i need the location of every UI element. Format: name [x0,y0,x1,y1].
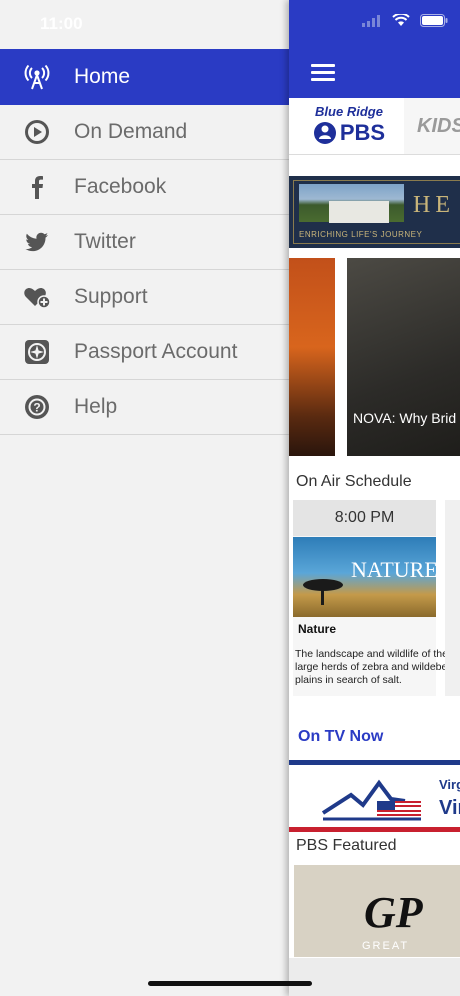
broadcast-tower-icon [0,64,74,90]
vtv-line-2: Vir [439,797,460,819]
menu-label-twitter: Twitter [74,230,136,253]
app-content-panel[interactable]: Blue Ridge PBS KIDS HE ENRICHING LIFE'S … [289,0,460,996]
featured-card-caption: GREAT [362,940,410,952]
heart-plus-icon [0,284,74,310]
show-title: Nature [298,622,337,636]
on-tv-now-link[interactable]: On TV Now [298,728,383,746]
menu-item-home[interactable]: Home [0,49,289,105]
show-thumbnail-logo: NATURE [351,557,438,582]
schedule-card[interactable]: 8:00 PM NATURE Nature The landscape and … [293,500,453,696]
cellular-signal-icon [362,14,380,27]
side-menu: Home On Demand Facebook Twitter Support … [0,49,289,435]
section-title-pbs-featured: PBS Featured [296,837,397,854]
wifi-icon [392,14,410,26]
pbs-head-icon [313,122,336,144]
help-circle-icon: ? [0,394,74,420]
svg-text:?: ? [33,401,40,415]
menu-label-help: Help [74,395,118,418]
compass-icon [0,339,74,365]
banner-tagline: ENRICHING LIFE'S JOURNEY [299,230,423,239]
show-thumbnail: NATURE [293,537,438,617]
menu-item-passport-account[interactable]: Passport Account [0,325,289,380]
show-description: The landscape and wildlife of the large … [295,648,454,686]
menu-label-facebook: Facebook [74,175,167,198]
menu-item-on-demand[interactable]: On Demand [0,105,289,160]
schedule-card[interactable] [445,500,460,696]
menu-item-twitter[interactable]: Twitter [0,215,289,270]
menu-item-facebook[interactable]: Facebook [0,160,289,215]
hamburger-menu-icon[interactable] [311,64,335,82]
carousel-card-label: NOVA: Why Brid [353,410,457,426]
menu-item-support[interactable]: Support [0,270,289,325]
virginia-map-logo [321,779,421,821]
banner-photo [299,184,404,223]
menu-item-help[interactable]: ? Help [0,380,289,435]
home-indicator[interactable] [148,981,312,986]
featured-carousel[interactable]: NOVA: Why Brid [289,258,460,456]
station-tabs: Blue Ridge PBS KIDS [289,98,460,155]
featured-card[interactable]: GP GREAT [294,865,460,957]
vtv-line-1: Virg [439,777,460,792]
menu-label-home: Home [74,65,131,88]
menu-label-on-demand: On Demand [74,120,188,143]
banner-title: HE [413,192,455,218]
blue-ridge-pbs-logo: Blue Ridge PBS [309,104,389,146]
promo-banner[interactable]: HE ENRICHING LIFE'S JOURNEY [289,176,460,248]
tab-kids[interactable]: KIDS [417,115,460,138]
side-menu-drawer: 11:00 Home On Demand Facebook Twitter Su… [0,0,289,996]
carousel-card[interactable] [289,258,335,456]
virginia-tv-banner[interactable]: Virg Vir [289,760,460,832]
battery-icon [420,14,448,27]
play-circle-icon [0,119,74,145]
section-title-on-air: On Air Schedule [296,473,412,490]
app-top-bar [289,0,460,98]
twitter-icon [0,229,74,255]
status-bar-icons [362,14,448,27]
facebook-icon [0,174,74,200]
carousel-card-nova[interactable]: NOVA: Why Brid [347,258,460,456]
tab-blue-ridge-pbs[interactable]: Blue Ridge PBS [289,98,404,154]
menu-label-support: Support [74,285,148,308]
schedule-time: 8:00 PM [293,500,436,536]
menu-label-passport-account: Passport Account [74,340,238,363]
status-bar-time: 11:00 [40,14,83,33]
featured-card-logo: GP [364,888,423,937]
